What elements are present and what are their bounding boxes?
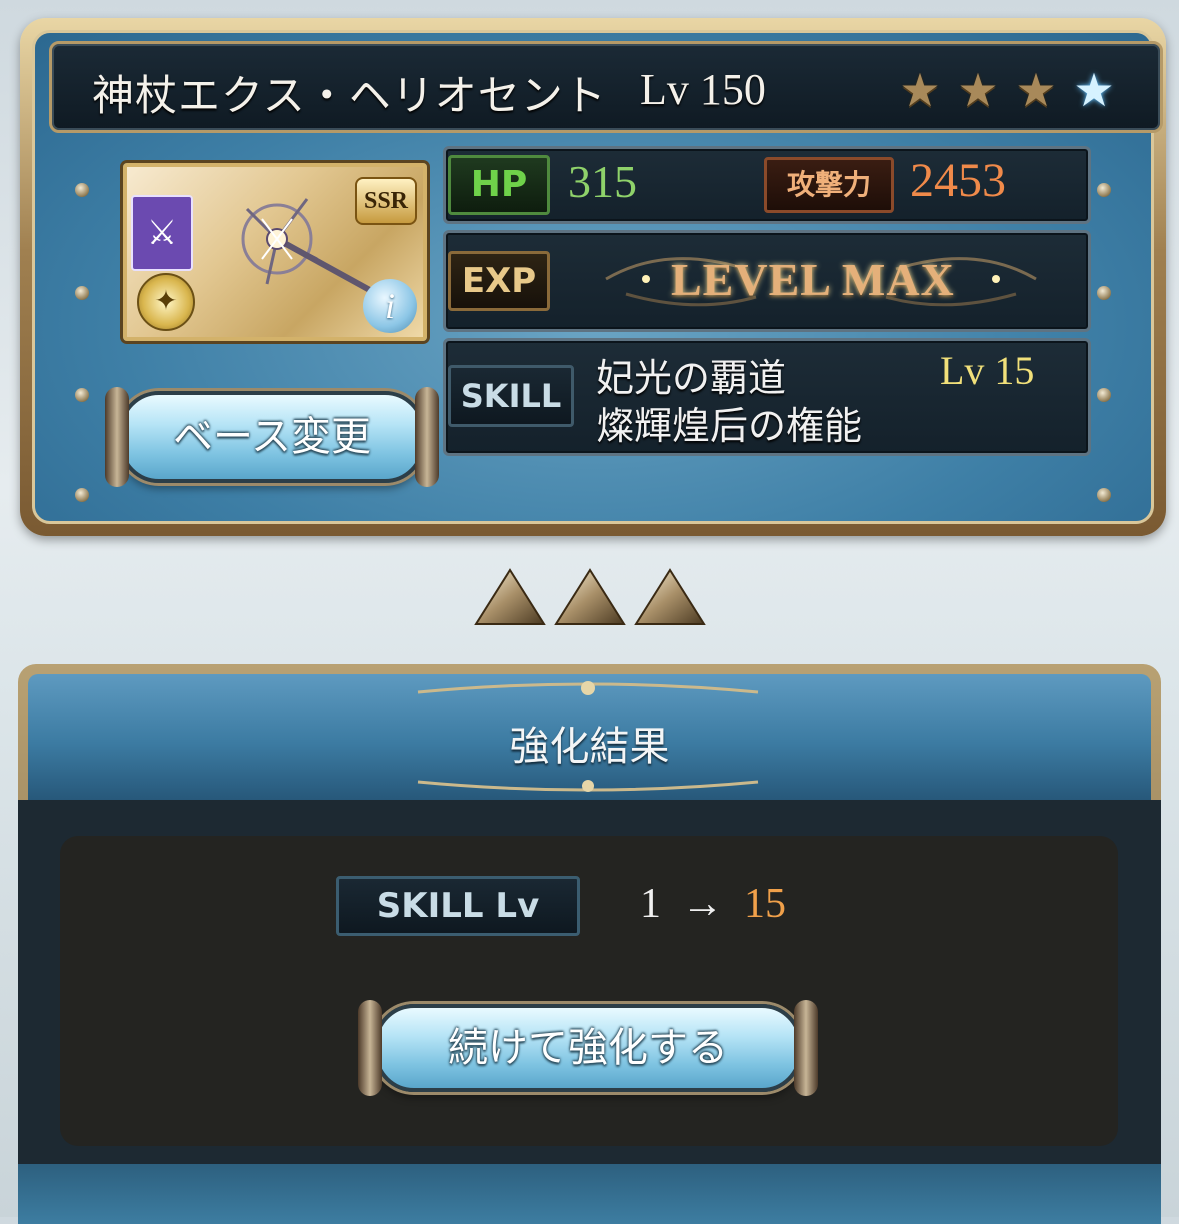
stats-panel: HP 315 攻撃力 2453 [443,146,1091,224]
skill-lv-label: SKILL Lv [336,876,580,936]
blue-star-icon: ★ [1073,63,1115,117]
scroll-ornament-icon [358,1000,382,1096]
weapon-card: 神杖エクス・ヘリオセント Lv 150 ★ ★ ★ ★ ⚔ SSR ✦ i ベー… [20,18,1166,536]
bottom-strip [18,1164,1161,1224]
rivet-icon [1097,488,1111,502]
skill-name-1: 妃光の覇道 [596,356,787,400]
result-title: 強化結果 [509,724,670,770]
gold-star-icon: ★ [899,63,941,117]
weapon-name: 神杖エクス・ヘリオセント [92,71,607,120]
header-ornament-icon [417,681,759,695]
exp-panel: EXP LEVEL MAX [443,230,1091,332]
exp-label: EXP [448,251,550,311]
weapon-title-bar: 神杖エクス・ヘリオセント Lv 150 ★ ★ ★ ★ [49,41,1163,133]
header-ornament-icon [417,780,759,792]
attack-label: 攻撃力 [764,157,894,213]
rivet-icon [75,286,89,300]
rivet-icon [1097,388,1111,402]
gold-star-icon: ★ [957,63,999,117]
hp-value: 315 [568,156,637,207]
gold-star-icon: ★ [1015,63,1057,117]
compass-icon: ✦ [137,273,195,331]
weapon-card-body: 神杖エクス・ヘリオセント Lv 150 ★ ★ ★ ★ ⚔ SSR ✦ i ベー… [32,30,1163,524]
uncap-stars: ★ ★ ★ ★ [894,63,1120,117]
attack-value: 2453 [910,154,1006,207]
scroll-ornament-icon [415,387,439,487]
rivet-icon [1097,286,1111,300]
scroll-ornament-icon [105,387,129,487]
upgrade-arrows-icon [474,568,706,625]
rivet-icon [1097,183,1111,197]
skill-lv-from: 1 [640,881,661,927]
result-body: SKILL Lv 1 → 15 続けて強化する [18,800,1161,1224]
weapon-level: Lv 150 [640,65,766,114]
continue-upgrade-button[interactable]: 続けて強化する [358,1000,818,1096]
skill-lv-change: 1 → 15 [640,880,786,928]
hp-label: HP [448,155,550,215]
skill-label: SKILL [448,365,574,427]
element-badge-icon: ⚔ [131,195,193,271]
skill-level: Lv 15 [940,348,1035,393]
rivet-icon [75,183,89,197]
continue-upgrade-label: 続けて強化する [448,1025,728,1071]
ssr-rarity-badge: SSR [355,177,417,225]
skill-panel: SKILL 妃光の覇道 燦輝煌后の権能 Lv 15 [443,338,1091,456]
base-change-button[interactable]: ベース変更 [105,387,439,487]
weapon-thumbnail[interactable]: ⚔ SSR ✦ i [123,163,427,341]
skill-lv-to: 15 [744,881,786,927]
arrow-right-icon: → [681,881,724,927]
result-content: SKILL Lv 1 → 15 続けて強化する [60,836,1118,1146]
level-max-text: LEVEL MAX [671,254,955,305]
info-icon[interactable]: i [363,279,417,333]
rivet-icon [75,488,89,502]
scroll-ornament-icon [794,1000,818,1096]
result-header: 強化結果 [28,674,1151,800]
skill-name-2: 燦輝煌后の権能 [596,404,863,448]
base-change-label: ベース変更 [173,414,371,460]
rivet-icon [75,388,89,402]
result-panel: 強化結果 SKILL Lv 1 → 15 続けて強化する [18,664,1161,1224]
